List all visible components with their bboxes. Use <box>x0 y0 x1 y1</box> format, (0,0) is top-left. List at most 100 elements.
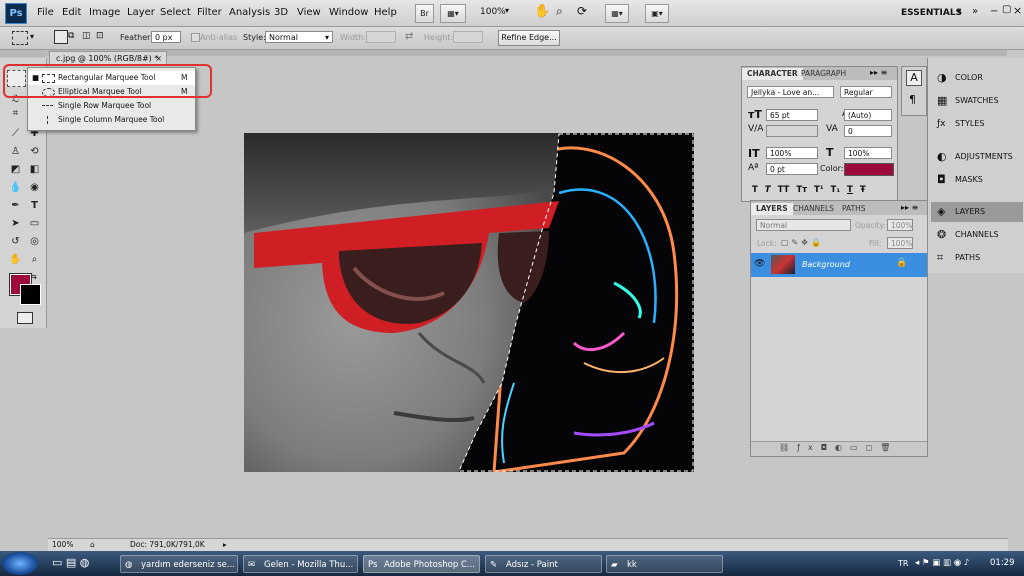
tracking-input[interactable]: 0 <box>844 125 892 137</box>
close-icon[interactable]: × <box>1013 4 1022 17</box>
bridge-button[interactable]: Br <box>415 4 434 23</box>
feather-input[interactable]: 0 px <box>151 31 181 43</box>
flyout-item-single-row-marquee[interactable]: Single Row Marquee Tool <box>28 99 195 113</box>
menu-help[interactable]: Help <box>374 7 397 18</box>
pen-tool-icon[interactable]: ✒ <box>7 198 24 213</box>
chevron-down-icon[interactable]: ▾ <box>30 32 34 41</box>
quick-launch-icons[interactable]: ▭ ▤ ◍ <box>52 556 89 569</box>
rotate-view-icon[interactable]: ⟳ <box>577 4 587 18</box>
zoom-level[interactable]: 100% <box>480 7 506 17</box>
taskbar-item-paint[interactable]: ✎ Adsız - Paint <box>485 555 602 573</box>
panel-menu-icon[interactable]: ▸▸ ≡ <box>870 68 887 77</box>
eye-icon[interactable]: 👁 <box>754 259 765 269</box>
dock-channels[interactable]: ❂ CHANNELS <box>931 225 1024 245</box>
path-selection-tool-icon[interactable]: ➤ <box>7 216 24 231</box>
status-zoom[interactable]: 100% <box>52 539 73 551</box>
menu-filter[interactable]: Filter <box>197 7 222 18</box>
menu-file[interactable]: File <box>37 7 54 18</box>
taskbar-item-thunderbird[interactable]: ✉ Gelen - Mozilla Thu... <box>243 555 358 573</box>
tools-panel-grip[interactable] <box>0 50 46 57</box>
taskbar-item-photoshop[interactable]: Ps Adobe Photoshop C... <box>363 555 480 573</box>
dock-layers[interactable]: ◈ LAYERS <box>931 202 1023 222</box>
taskbar-item-folder[interactable]: ▰ kk <box>606 555 723 573</box>
style-select[interactable]: Normal ▾ <box>265 31 333 43</box>
dodge-tool-icon[interactable]: ◉ <box>26 180 43 195</box>
restore-icon[interactable]: ▢ <box>1002 4 1011 15</box>
start-button[interactable] <box>2 552 38 575</box>
gradient-tool-icon[interactable]: ◧ <box>26 162 43 177</box>
faux-bold-button[interactable]: T <box>752 185 758 195</box>
menu-window[interactable]: Window <box>329 7 368 18</box>
language-indicator[interactable]: TR <box>898 559 908 568</box>
hand-tool-icon[interactable]: ✋ <box>7 252 24 267</box>
subscript-button[interactable]: T₁ <box>831 185 841 195</box>
background-color-swatch[interactable] <box>20 284 41 305</box>
dock-adjustments[interactable]: ◐ ADJUSTMENTS <box>931 147 1024 167</box>
menu-edit[interactable]: Edit <box>62 7 81 18</box>
status-info-icon[interactable]: ⌂ <box>90 539 95 551</box>
opacity-input[interactable]: 100% <box>887 219 913 231</box>
strikethrough-button[interactable]: Ŧ <box>860 185 866 195</box>
document-tab[interactable]: c.jpg @ 100% (RGB/8#) * × <box>49 51 167 65</box>
layer-row-background[interactable]: 👁 Background 🔒 <box>751 253 927 277</box>
arrange-documents-button[interactable]: ▦▾ <box>605 4 629 23</box>
leading-input[interactable]: (Auto) <box>844 109 892 121</box>
small-caps-button[interactable]: Tт <box>796 185 807 195</box>
zoom-tool-icon[interactable]: ⌕ <box>26 252 43 267</box>
screen-mode-button[interactable]: ▣▾ <box>645 4 669 23</box>
blur-tool-icon[interactable]: 💧 <box>7 180 24 195</box>
antialias-checkbox[interactable] <box>191 33 200 42</box>
blend-mode-select[interactable]: Normal <box>756 219 851 231</box>
text-color-swatch[interactable] <box>844 163 894 176</box>
font-family-select[interactable]: Jellyka - Love an... <box>747 86 834 98</box>
tab-character[interactable]: CHARACTER <box>742 68 803 80</box>
hand-tool-icon[interactable]: ✋ <box>534 4 550 19</box>
history-brush-tool-icon[interactable]: ⟲ <box>26 144 43 159</box>
document-canvas[interactable] <box>244 133 694 472</box>
eraser-tool-icon[interactable]: ◩ <box>7 162 24 177</box>
font-size-input[interactable]: 65 pt <box>766 109 818 121</box>
zoom-tool-icon[interactable]: ⌕ <box>556 4 563 19</box>
new-selection-icon[interactable] <box>54 30 68 44</box>
paragraph-panel-icon[interactable]: ¶ <box>909 93 916 106</box>
menu-select[interactable]: Select <box>160 7 191 18</box>
menu-image[interactable]: Image <box>89 7 120 18</box>
chevron-right-icon[interactable]: ▸ <box>223 539 227 551</box>
swap-colors-icon[interactable]: ⇆ <box>30 272 37 281</box>
fill-input[interactable]: 100% <box>887 237 913 249</box>
dock-masks[interactable]: ◘ MASKS <box>931 170 1024 190</box>
menu-layer[interactable]: Layer <box>127 7 155 18</box>
3d-rotate-tool-icon[interactable]: ↺ <box>7 234 24 249</box>
view-extras-button[interactable]: ▦▾ <box>440 4 466 23</box>
menu-view[interactable]: View <box>297 7 321 18</box>
system-tray-icons[interactable]: ◂ ⚑ ▣ ▥ ◉ ♪ <box>915 558 969 568</box>
clone-stamp-tool-icon[interactable]: ♙ <box>7 144 24 159</box>
workspace-switcher[interactable]: ESSENTIALS <box>901 8 962 18</box>
chevron-down-icon[interactable]: ▾ <box>505 6 509 15</box>
subtract-selection-icon[interactable]: ◫ <box>82 30 94 42</box>
menu-3d[interactable]: 3D <box>274 7 288 18</box>
layer-action-icons[interactable]: ⛓ƒx◘◐▭◻🗑 <box>779 443 898 452</box>
all-caps-button[interactable]: TT <box>778 185 790 195</box>
dock-styles[interactable]: ƒx STYLES <box>931 114 1024 134</box>
menu-analysis[interactable]: Analysis <box>229 7 270 18</box>
font-style-select[interactable]: Regular <box>840 86 892 98</box>
dock-swatches[interactable]: ▦ SWATCHES <box>931 91 1024 111</box>
quick-mask-icon[interactable] <box>17 312 33 324</box>
lock-icons[interactable]: ▢✎✥🔒 <box>781 238 824 247</box>
tab-layers[interactable]: LAYERS <box>751 203 793 215</box>
minimize-icon[interactable]: − <box>990 6 998 17</box>
faux-italic-button[interactable]: T <box>765 185 771 195</box>
tab-paragraph[interactable]: PARAGRAPH <box>796 68 851 80</box>
dock-paths[interactable]: ⌗ PATHS <box>931 248 1024 268</box>
baseline-shift-input[interactable]: 0 pt <box>766 163 818 175</box>
refine-edge-button[interactable]: Refine Edge... <box>498 30 560 46</box>
rectangle-tool-icon[interactable]: ▭ <box>26 216 43 231</box>
chevron-down-icon[interactable]: ▾ <box>957 7 961 16</box>
add-to-selection-icon[interactable]: ⧉ <box>68 30 80 42</box>
kerning-input[interactable] <box>766 125 818 137</box>
cs-live-icon[interactable]: » <box>972 6 978 17</box>
flyout-item-single-column-marquee[interactable]: Single Column Marquee Tool <box>28 113 195 127</box>
intersect-selection-icon[interactable]: ⊡ <box>96 30 108 42</box>
type-tool-icon[interactable]: T <box>26 198 43 213</box>
